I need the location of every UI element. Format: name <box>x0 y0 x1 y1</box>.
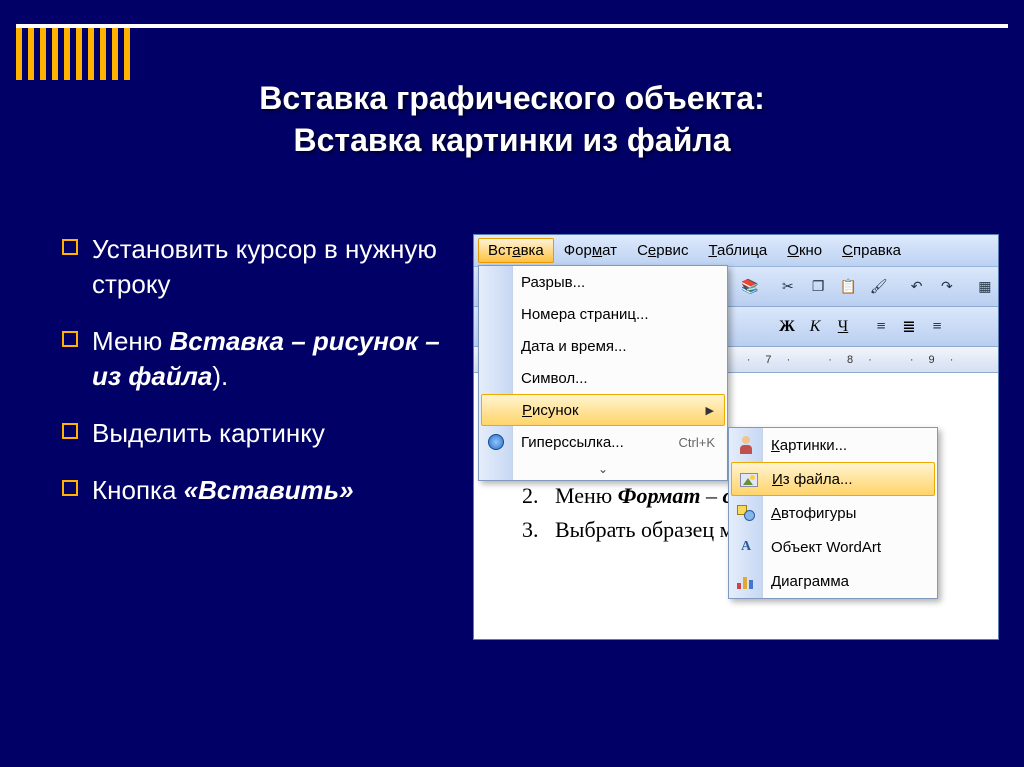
menubar: Вставка Формат Сервис Таблица Окно Справ… <box>474 235 998 267</box>
bullet-text: Кнопка «Вставить» <box>92 473 354 508</box>
bullet-marker <box>62 423 78 439</box>
table-icon[interactable]: ▦ <box>972 273 998 301</box>
title-line-1: Вставка графического объекта: <box>259 80 764 116</box>
menu-item-break[interactable]: Разрыв... <box>479 266 727 298</box>
title-line-2: Вставка картинки из файла <box>294 122 731 158</box>
menu-format[interactable]: Формат <box>554 238 627 263</box>
slide-title: Вставка графического объекта: Вставка ка… <box>0 78 1024 161</box>
menu-tools[interactable]: Сервис <box>627 238 698 263</box>
bullet-list: Установить курсор в нужную строку Меню В… <box>62 232 452 531</box>
menu-window[interactable]: Окно <box>777 238 832 263</box>
chart-icon <box>735 570 757 592</box>
italic-button[interactable]: К <box>802 314 828 340</box>
shapes-icon <box>735 502 757 524</box>
bullet-text: Установить курсор в нужную строку <box>92 232 452 302</box>
align-center-icon[interactable]: ≣ <box>896 314 922 340</box>
insert-menu-dropdown: Разрыв... Номера страниц... Дата и время… <box>478 265 728 481</box>
align-right-icon[interactable]: ≡ <box>924 314 950 340</box>
menu-expand-chevron-icon[interactable]: ⌄ <box>479 458 727 480</box>
bullet-item: Кнопка «Вставить» <box>62 473 452 508</box>
wordart-icon: A <box>735 536 757 558</box>
bullet-marker <box>62 480 78 496</box>
menu-table[interactable]: Таблица <box>698 238 777 263</box>
decor-bars <box>16 28 130 80</box>
submenu-item-chart[interactable]: Диаграмма <box>729 564 937 598</box>
menu-help[interactable]: Справка <box>832 238 911 263</box>
bullet-marker <box>62 239 78 255</box>
paste-icon[interactable]: 📋 <box>835 273 861 301</box>
menu-item-symbol[interactable]: Символ... <box>479 362 727 394</box>
menu-item-date-time[interactable]: Дата и время... <box>479 330 727 362</box>
research-icon[interactable]: 📚 <box>737 273 763 301</box>
copy-icon[interactable]: ❐ <box>805 273 831 301</box>
menu-item-page-numbers[interactable]: Номера страниц... <box>479 298 727 330</box>
cut-icon[interactable]: ✂ <box>775 273 801 301</box>
bullet-item: Выделить картинку <box>62 416 452 451</box>
decor-line <box>16 24 1008 28</box>
picture-icon <box>738 469 760 491</box>
shortcut-label: Ctrl+K <box>679 435 715 450</box>
submenu-item-clipart[interactable]: Картинки... <box>729 428 937 462</box>
submenu-item-from-file[interactable]: Из файла... <box>731 462 935 496</box>
bullet-item: Установить курсор в нужную строку <box>62 232 452 302</box>
format-painter-icon[interactable]: 🖌 <box>866 273 892 301</box>
underline-button[interactable]: Ч <box>830 314 856 340</box>
picture-submenu: Картинки... Из файла... Автофигуры A Объ… <box>728 427 938 599</box>
align-left-icon[interactable]: ≡ <box>868 314 894 340</box>
submenu-arrow-icon: ▶ <box>706 404 714 417</box>
undo-icon[interactable]: ↶ <box>904 273 930 301</box>
bullet-text: Меню Вставка – рисунок – из файла). <box>92 324 452 394</box>
bold-button[interactable]: Ж <box>774 314 800 340</box>
person-icon <box>735 434 757 456</box>
bullet-text: Выделить картинку <box>92 416 325 451</box>
bullet-marker <box>62 331 78 347</box>
word-screenshot: Вставка Формат Сервис Таблица Окно Справ… <box>473 234 999 640</box>
menu-item-picture[interactable]: Рисунок ▶ <box>481 394 725 426</box>
submenu-item-autoshapes[interactable]: Автофигуры <box>729 496 937 530</box>
redo-icon[interactable]: ↷ <box>934 273 960 301</box>
globe-icon <box>485 431 507 453</box>
bullet-item: Меню Вставка – рисунок – из файла). <box>62 324 452 394</box>
menu-insert[interactable]: Вставка <box>478 238 554 263</box>
submenu-item-wordart[interactable]: A Объект WordArt <box>729 530 937 564</box>
menu-item-hyperlink[interactable]: Гиперссылка... Ctrl+K <box>479 426 727 458</box>
